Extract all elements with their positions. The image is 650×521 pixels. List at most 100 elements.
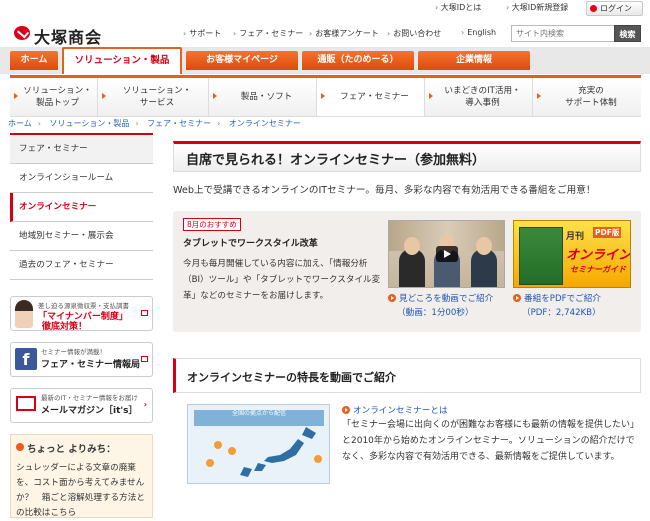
facebook-icon: f xyxy=(15,348,37,370)
feature-title: タブレットでワークスタイル改革 xyxy=(183,239,318,249)
site-search-input[interactable] xyxy=(511,25,615,42)
subnav-label: ソリューション・ xyxy=(122,86,192,96)
mynumber-banner[interactable]: 差し迫る源泉徴収票・支払調書 「マイナンバー制度」 徹底対策！ xyxy=(10,296,153,332)
pdf-size: （PDF：2,742KB） xyxy=(522,308,601,318)
otsuka-id-link[interactable]: › 大塚IDとは xyxy=(435,2,481,13)
register-label: 大塚ID新規登録 xyxy=(511,3,569,12)
video-link-label: 見どころを動画でご紹介 xyxy=(399,294,494,304)
subnav-label: いまどきのIT活用・ xyxy=(444,86,521,96)
breadcrumb: ホーム › ソリューション・製品 › フェア・セミナー › オンラインセミナー xyxy=(8,119,301,128)
facebook-banner[interactable]: f セミナー情報が満載！ フェア・セミナー情報局 xyxy=(10,342,153,377)
pdf-link[interactable]: 番組をPDFでご紹介 xyxy=(513,292,601,304)
breadcrumb-current: オンラインセミナー xyxy=(228,119,301,128)
facebook-big-text: フェア・セミナー情報局 xyxy=(41,360,141,370)
login-button[interactable]: ログイン xyxy=(586,1,643,16)
sub-nav: ソリューション・ 製品トップ ソリューション・ サービス 製品・ソフト フェア・セミ… xyxy=(10,75,641,117)
logo-mark-icon xyxy=(14,26,30,40)
register-link[interactable]: › 大塚ID新規登録 xyxy=(506,2,568,13)
arrow-right-icon xyxy=(14,93,18,99)
presenter-head xyxy=(404,237,420,255)
section-title: オンラインセミナーの特長を動画でご紹介 xyxy=(187,371,396,384)
subnav-label: 製品・ソフト xyxy=(240,92,293,102)
chevron-right-icon: › xyxy=(143,400,147,409)
login-label: ログイン xyxy=(600,4,632,13)
play-circle-icon xyxy=(513,294,521,302)
gnav-home[interactable]: ホーム xyxy=(10,51,58,70)
arrow-right-icon xyxy=(102,93,106,99)
gnav-solutions[interactable]: ソリューション・製品 xyxy=(62,47,182,74)
survey-label: お客様アンケート xyxy=(315,29,379,38)
side-menu: フェア・セミナー オンラインショールーム オンラインセミナー 地域別セミナー・展… xyxy=(10,133,153,280)
about-online-seminar-link[interactable]: オンラインセミナーとは xyxy=(342,404,448,416)
otsuka-id-label: 大塚IDとは xyxy=(440,3,482,12)
pdf-cover-tag: PDF版 xyxy=(593,227,622,238)
subnav-label: 導入事例 xyxy=(465,98,500,108)
subnav-it-cases[interactable]: いまどきのIT活用・ 導入事例 xyxy=(425,78,533,116)
subnav-label: 製品トップ xyxy=(36,98,79,108)
sidemenu-past-seminar[interactable]: 過去のフェア・セミナー xyxy=(10,251,153,280)
subnav-label: サービス xyxy=(139,98,175,108)
video-thumbnail[interactable] xyxy=(388,220,505,288)
sidemenu-regional-seminar[interactable]: 地域別セミナー・展示会 xyxy=(10,222,153,251)
arrow-right-icon xyxy=(537,93,541,99)
mail-icon xyxy=(16,396,36,411)
recommend-badge: 8月のおすすめ xyxy=(183,218,241,231)
subnav-support[interactable]: 充実の サポート体制 xyxy=(533,78,641,116)
search-button[interactable]: 検索 xyxy=(614,25,641,42)
arrow-right-icon xyxy=(213,93,217,99)
magazine-cover-illustration xyxy=(519,227,563,285)
japan-map-icon xyxy=(206,427,322,477)
subnav-fair-seminar[interactable]: フェア・セミナー xyxy=(317,78,425,116)
subnav-products[interactable]: 製品・ソフト xyxy=(209,78,317,116)
breadcrumb-home[interactable]: ホーム xyxy=(8,119,32,128)
english-label: English xyxy=(467,28,497,37)
inquiry-label: お問い合わせ xyxy=(393,29,442,38)
top-utility-bar: › 大塚IDとは › 大塚ID新規登録 ログイン xyxy=(0,0,650,16)
pdf-cover-monthly: 月刊 xyxy=(566,232,585,242)
breadcrumb-solutions[interactable]: ソリューション・製品 xyxy=(50,119,130,128)
section-body: 「セミナー会場に出向くのが困難なお客様にも最新の情報を提供したい」と2010年か… xyxy=(342,420,640,462)
inquiry-link[interactable]: › お問い合わせ xyxy=(387,28,441,39)
sidemenu-online-showroom[interactable]: オンラインショールーム xyxy=(10,164,153,193)
fair-label: フェア・セミナー xyxy=(239,29,304,38)
yorimichi-heading: ちょっと よりみち： xyxy=(27,444,116,455)
mail-big-text: メールマガジン［it's］ xyxy=(41,406,138,416)
page-title: 自席で見られる！オンラインセミナー（参加無料） xyxy=(186,153,486,168)
logo-text: 大塚商会 xyxy=(34,28,103,47)
video-link[interactable]: 見どころを動画でご紹介 xyxy=(388,292,493,304)
sidemenu-online-seminar[interactable]: オンラインセミナー xyxy=(10,193,153,222)
gnav-mypage[interactable]: お客様マイページ xyxy=(186,51,298,70)
support-link[interactable]: › サポート xyxy=(183,28,221,39)
subnav-label: サポート体制 xyxy=(565,98,617,108)
sidemenu-fair-seminar[interactable]: フェア・セミナー xyxy=(10,135,153,164)
presenter-head xyxy=(476,237,492,255)
gnav-corporate[interactable]: 企業情報 xyxy=(418,51,530,70)
mynumber-big-text-2: 徹底対策！ xyxy=(42,322,88,332)
external-link-icon xyxy=(141,356,148,362)
facebook-small-text: セミナー情報が満載！ xyxy=(41,348,106,356)
subnav-solutions-service[interactable]: ソリューション・ サービス xyxy=(98,78,209,116)
arrow-right-icon xyxy=(321,93,325,99)
mailmagazine-banner[interactable]: 最新のIT・セミナー情報をお届け メールマガジン［it's］ › xyxy=(10,388,153,423)
yorimichi-body: シュレッダーによる文章の廃棄を、コスト面から考えてみませんか？ 箱ごと溶解処理す… xyxy=(16,463,145,518)
gnav-tanomeru[interactable]: 通販（たのめーる） xyxy=(302,51,414,70)
english-link[interactable]: › English xyxy=(461,28,496,37)
page-title-bar: 自席で見られる！オンラインセミナー（参加無料） xyxy=(173,141,641,172)
pin-icon xyxy=(16,443,24,451)
feature-body: 今月も毎月開催している内容に加え、「情報分析（BI）ツール」や「タブレットでワー… xyxy=(183,259,381,301)
video-duration: （動画：1分00秒） xyxy=(397,308,474,318)
support-label: サポート xyxy=(189,29,222,38)
about-link-label: オンラインセミナーとは xyxy=(353,406,448,416)
subnav-solutions-top[interactable]: ソリューション・ 製品トップ xyxy=(10,78,98,116)
pdf-thumbnail[interactable]: 月刊 PDF版 オンライン セミナーガイド xyxy=(513,220,631,288)
play-circle-icon xyxy=(342,406,350,414)
yorimichi-box[interactable]: ちょっと よりみち： シュレッダーによる文章の廃棄を、コスト面から考えてみません… xyxy=(10,434,153,518)
fair-link[interactable]: › フェア・セミナー xyxy=(233,28,303,39)
global-nav: ホーム ソリューション・製品 お客様マイページ 通販（たのめーる） 企業情報 xyxy=(0,47,650,74)
japan-map-thumbnail[interactable]: 全国の拠点から配信 xyxy=(187,404,330,484)
subnav-label: フェア・セミナー xyxy=(340,92,409,102)
breadcrumb-fair[interactable]: フェア・セミナー xyxy=(147,119,211,128)
survey-link[interactable]: › お客様アンケート xyxy=(309,28,379,39)
subnav-label: ソリューション・ xyxy=(23,86,92,96)
play-icon[interactable] xyxy=(436,246,458,262)
